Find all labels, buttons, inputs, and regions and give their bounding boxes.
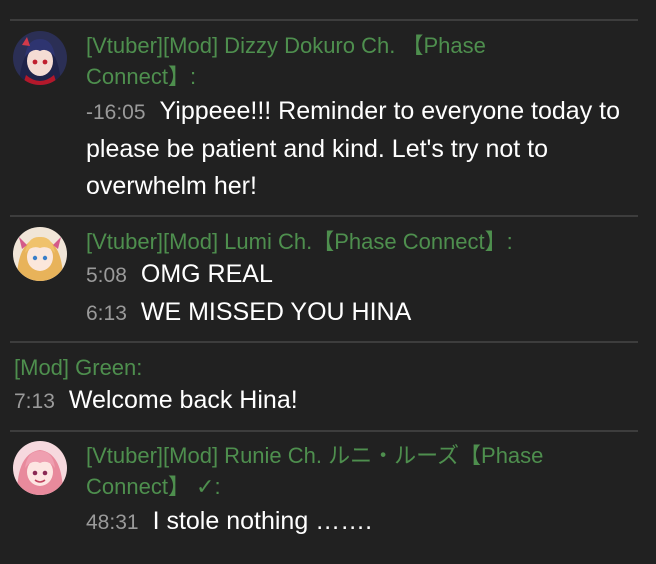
runie-avatar[interactable] bbox=[13, 441, 67, 495]
message-author[interactable]: [Vtuber][Mod] Runie Ch. ルニ・ルーズ【Phase Con… bbox=[86, 440, 626, 502]
message-line: 6:13 WE MISSED YOU HINA bbox=[86, 294, 631, 332]
message-timestamp: 48:31 bbox=[86, 511, 139, 534]
message-line: 48:31 I stole nothing ……. bbox=[86, 503, 631, 541]
message-author[interactable]: [Vtuber][Mod] Lumi Ch.【Phase Connect】: bbox=[86, 226, 626, 257]
avatar-image bbox=[13, 227, 67, 281]
message-timestamp: 6:13 bbox=[86, 302, 127, 325]
message-author[interactable]: [Vtuber][Mod] Dizzy Dokuro Ch. 【Phase Co… bbox=[86, 30, 556, 92]
chat-log: [Vtuber][Mod] Dizzy Dokuro Ch. 【Phase Co… bbox=[0, 0, 656, 564]
message-timestamp: 7:13 bbox=[14, 390, 55, 413]
message-line: 7:13 Welcome back Hina! bbox=[14, 382, 614, 420]
divider bbox=[10, 341, 638, 343]
message-timestamp: 5:08 bbox=[86, 264, 127, 287]
message-line: -16:05 Yippeee!!! Reminder to everyone to… bbox=[86, 93, 631, 205]
message-text: Welcome back Hina! bbox=[68, 386, 298, 414]
message-line: 5:08 OMG REAL bbox=[86, 256, 631, 294]
message-timestamp: -16:05 bbox=[86, 101, 146, 124]
dizzy-avatar[interactable] bbox=[13, 31, 67, 85]
avatar-image bbox=[13, 31, 67, 85]
divider bbox=[10, 215, 638, 217]
message-author[interactable]: [Mod] Green: bbox=[14, 352, 314, 383]
avatar-image bbox=[13, 441, 67, 495]
divider bbox=[10, 19, 638, 21]
message-text: OMG REAL bbox=[140, 260, 273, 288]
message-text: I stole nothing ……. bbox=[152, 507, 373, 535]
lumi-avatar[interactable] bbox=[13, 227, 67, 281]
message-text: Yippeee!!! Reminder to everyone today to… bbox=[86, 97, 621, 200]
divider bbox=[10, 430, 638, 432]
message-text: WE MISSED YOU HINA bbox=[140, 298, 412, 326]
